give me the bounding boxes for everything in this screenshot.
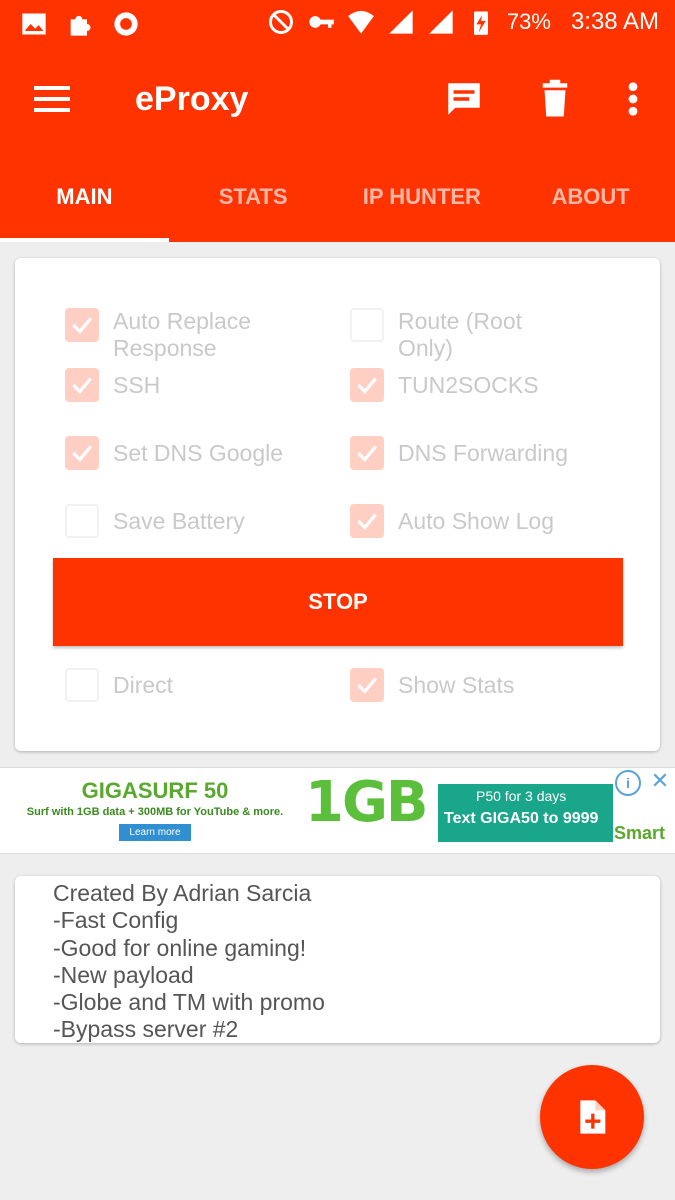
wifi-icon	[348, 10, 374, 34]
checkbox-auto-show-log[interactable]: Auto Show Log	[350, 504, 554, 538]
checkbox-label: Direct	[113, 672, 174, 698]
battery-charging-icon	[473, 11, 488, 35]
config-notes-card: Created By Adrian Sarcia -Fast Config -G…	[15, 876, 660, 1043]
checkbox-label: Save Battery	[113, 508, 245, 534]
check-icon	[350, 436, 384, 470]
app-title: eProxy	[135, 80, 249, 118]
clock: 3:38 AM	[570, 8, 659, 35]
stop-button[interactable]: STOP	[53, 558, 623, 646]
config-note-line: -Globe and TM with promo	[53, 989, 325, 1016]
checkbox-dns-forwarding[interactable]: DNS Forwarding	[350, 436, 568, 470]
checkbox-label: Show Stats	[398, 672, 515, 698]
checkbox-label: SSH	[113, 372, 161, 398]
check-icon	[65, 436, 99, 470]
config-note-line: Created By Adrian Sarcia	[53, 880, 312, 906]
checkbox-label: Auto Show Log	[398, 508, 555, 534]
checkbox-label: Auto Replace Response	[113, 308, 252, 361]
app-toolbar: eProxy	[0, 48, 675, 152]
checkbox-label: Set DNS Google	[113, 440, 284, 466]
checkbox-route[interactable]: Route (Root Only)	[350, 308, 570, 362]
config-note-line: -Good for online gaming!	[53, 934, 307, 961]
checkbox-label: Route (Root Only)	[398, 308, 523, 361]
check-icon	[65, 368, 99, 402]
check-icon	[350, 368, 384, 402]
checkbox-auto-replace[interactable]: Auto Replace Response	[65, 308, 295, 362]
checkbox-ssh[interactable]: SSH	[65, 368, 160, 402]
checkbox-tun2socks[interactable]: TUN2SOCKS	[350, 368, 539, 402]
add-file-icon	[580, 1100, 606, 1134]
checkbox-save-battery[interactable]: Save Battery	[65, 504, 245, 538]
image-icon	[22, 13, 46, 35]
key-icon	[309, 16, 334, 28]
checkbox-empty-icon	[350, 308, 384, 342]
ad-offer-line1: P50 for 3 days	[476, 788, 567, 804]
checkbox-label: DNS Forwarding	[398, 440, 568, 466]
ad-title: GIGASURF 50	[81, 778, 229, 803]
checkbox-show-stats[interactable]: Show Stats	[350, 668, 514, 702]
config-note-line: -Bypass server #2	[53, 1016, 239, 1043]
trash-icon[interactable]	[534, 78, 576, 120]
ad-big-text: 1GB	[305, 770, 429, 835]
checkbox-label: TUN2SOCKS	[398, 372, 539, 398]
ad-learn-more-button[interactable]: Learn more	[119, 824, 191, 841]
checkbox-empty-icon	[65, 504, 99, 538]
do-not-disturb-icon	[268, 10, 293, 34]
check-icon	[65, 308, 99, 342]
status-bar: 73% 3:38 AM	[0, 0, 675, 48]
tab-main[interactable]: MAIN	[0, 152, 169, 242]
ad-close-icon[interactable]: ✕	[647, 768, 673, 794]
ad-info-icon[interactable]: i	[615, 770, 641, 796]
config-note-line: -New payload	[53, 961, 194, 988]
config-note-line: -Fast Config	[53, 907, 179, 934]
checkbox-set-dns[interactable]: Set DNS Google	[65, 436, 283, 470]
signal-icon	[389, 10, 413, 34]
check-icon	[350, 668, 384, 702]
check-icon	[350, 504, 384, 538]
ad-banner[interactable]: GIGASURF 50 Surf with 1GB data + 300MB f…	[0, 767, 675, 854]
ad-offer-line2: Text GIGA50 to 9999	[444, 810, 599, 827]
puzzle-icon	[70, 15, 91, 36]
more-vert-icon[interactable]	[612, 78, 654, 120]
ad-subtitle: Surf with 1GB data + 300MB for YouTube &…	[26, 806, 284, 818]
ad-brand-logo: Smart	[613, 823, 665, 843]
smiley-icon	[114, 12, 138, 36]
tab-bar: MAIN STATS IP HUNTER ABOUT	[0, 152, 675, 242]
add-config-fab[interactable]	[540, 1065, 644, 1169]
message-icon[interactable]	[443, 78, 485, 120]
checkbox-empty-icon	[65, 668, 99, 702]
signal-icon	[429, 10, 453, 34]
battery-percent: 73%	[506, 9, 551, 34]
checkbox-direct[interactable]: Direct	[65, 668, 173, 702]
menu-icon[interactable]	[34, 86, 70, 114]
ad-offer-box: P50 for 3 days Text GIGA50 to 9999	[438, 784, 613, 842]
tab-about[interactable]: ABOUT	[506, 152, 675, 242]
tab-ip-hunter[interactable]: IP HUNTER	[338, 152, 507, 242]
tab-stats[interactable]: STATS	[169, 152, 338, 242]
settings-card: Auto Replace Response Route (Root Only) …	[15, 258, 660, 751]
